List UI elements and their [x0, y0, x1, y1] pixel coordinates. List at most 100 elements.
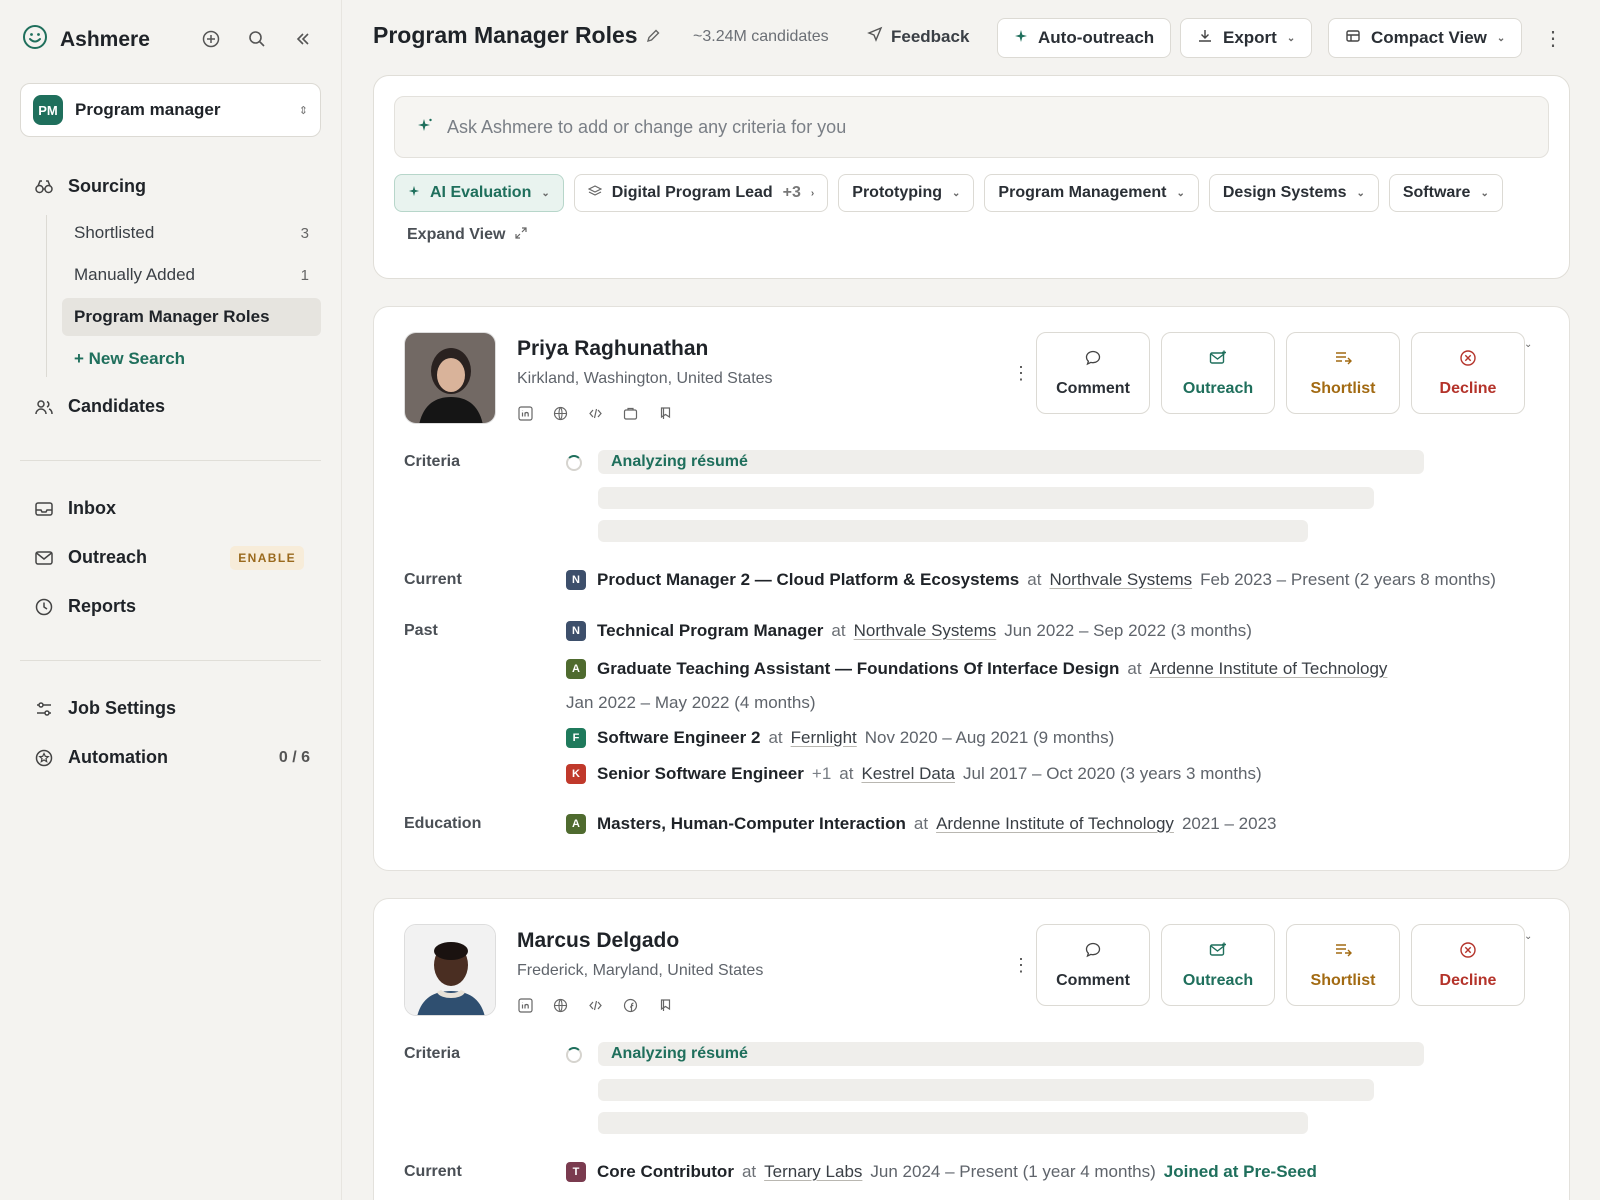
ask-input[interactable]: Ask Ashmere to add or change any criteri…: [394, 96, 1549, 158]
briefcase-icon[interactable]: [622, 405, 639, 422]
school-link[interactable]: Ardenne Institute of Technology: [936, 814, 1174, 834]
sub-item-label: Program Manager Roles: [74, 307, 270, 326]
outreach-label: Outreach: [1182, 379, 1254, 397]
globe-icon[interactable]: [552, 405, 569, 422]
globe-icon[interactable]: [552, 997, 569, 1014]
export-label: Export: [1223, 28, 1277, 47]
auto-outreach-label: Auto-outreach: [1038, 28, 1155, 47]
comment-button[interactable]: Comment: [1036, 924, 1150, 1006]
nav-automation[interactable]: Automation 0 / 6: [34, 747, 324, 768]
new-search-link[interactable]: + New Search: [62, 340, 321, 378]
chip-design-systems[interactable]: Design Systems ⌄: [1208, 174, 1379, 212]
enable-badge[interactable]: ENABLE: [230, 545, 304, 570]
company-link[interactable]: Fernlight: [791, 728, 857, 748]
company-link[interactable]: Northvale Systems: [1049, 570, 1192, 590]
smiley-logo-icon: [22, 24, 48, 55]
auto-outreach-button[interactable]: Auto-outreach: [997, 18, 1172, 58]
nav-outreach[interactable]: Outreach ENABLE: [34, 545, 324, 570]
nav-candidates[interactable]: Candidates: [34, 396, 324, 417]
project-selector[interactable]: PM Program manager ⇕: [20, 83, 321, 137]
sub-item-shortlisted[interactable]: Shortlisted 3: [62, 214, 321, 252]
nav-sourcing[interactable]: Sourcing: [34, 176, 324, 197]
export-button[interactable]: Export ⌄: [1180, 18, 1313, 58]
company-link[interactable]: Kestrel Data: [861, 764, 955, 784]
more-options-icon[interactable]: ⋮: [1012, 955, 1030, 976]
avatar[interactable]: [404, 332, 496, 424]
project-name: Program manager: [75, 100, 221, 119]
code-icon[interactable]: [587, 405, 604, 422]
shortlist-label: Shortlist: [1310, 379, 1376, 397]
outreach-button[interactable]: Outreach: [1161, 332, 1275, 414]
chip-software[interactable]: Software ⌄: [1388, 174, 1503, 212]
expand-view-button[interactable]: Expand View: [407, 226, 528, 244]
company-link[interactable]: Ternary Labs: [764, 1162, 862, 1182]
nav-reports[interactable]: Reports: [34, 596, 324, 617]
facebook-icon[interactable]: [622, 997, 639, 1014]
company-link[interactable]: Ardenne Institute of Technology: [1150, 659, 1388, 679]
layout-icon: [1345, 28, 1361, 49]
nav-job-settings[interactable]: Job Settings: [34, 698, 324, 719]
sub-item-manually-added[interactable]: Manually Added 1: [62, 256, 321, 294]
at-text: at: [741, 1162, 757, 1181]
chevron-down-icon[interactable]: ⌄: [1524, 339, 1532, 350]
role-title: Graduate Teaching Assistant — Foundation…: [597, 659, 1120, 678]
add-icon[interactable]: [200, 28, 222, 50]
chevron-down-icon[interactable]: ⌄: [1524, 931, 1532, 942]
skeleton-line: [598, 520, 1308, 542]
more-options-icon[interactable]: ⋮: [1012, 363, 1030, 384]
chip-prototyping[interactable]: Prototyping ⌄: [838, 174, 975, 212]
project-badge: PM: [33, 95, 63, 125]
company-link[interactable]: Northvale Systems: [854, 621, 997, 641]
chip-label: Software: [1402, 184, 1471, 201]
outreach-button[interactable]: Outreach: [1161, 924, 1275, 1006]
comment-icon: [1084, 349, 1102, 372]
sidebar-divider: [20, 660, 321, 661]
candidate-name[interactable]: Marcus Delgado: [517, 929, 679, 953]
skeleton-line: [598, 487, 1374, 509]
ask-placeholder: Ask Ashmere to add or change any criteri…: [447, 116, 847, 137]
sparkle-icon: [417, 117, 433, 138]
search-icon[interactable]: [246, 28, 268, 50]
extra-roles[interactable]: +1: [812, 764, 831, 784]
collapse-sidebar-icon[interactable]: [292, 28, 314, 50]
chip-extra: +3: [782, 184, 801, 201]
nav-job-settings-label: Job Settings: [68, 698, 177, 718]
brand[interactable]: Ashmere: [22, 24, 150, 55]
more-options-icon[interactable]: ⋮: [1543, 26, 1563, 51]
inbox-icon: [34, 499, 54, 519]
company-logo: A: [566, 659, 586, 679]
chip-program-management[interactable]: Program Management ⌄: [984, 174, 1199, 212]
chip-label: Program Management: [998, 184, 1167, 201]
feedback-label: Feedback: [891, 26, 970, 46]
automation-icon: [34, 748, 54, 768]
bookmark-icon[interactable]: [657, 405, 674, 422]
chevron-down-icon: ⌄: [952, 187, 961, 199]
at-text: at: [768, 728, 783, 747]
criteria-label: Criteria: [404, 1045, 461, 1062]
decline-label: Decline: [1439, 379, 1497, 397]
shortlist-button[interactable]: Shortlist: [1286, 924, 1400, 1006]
decline-button[interactable]: Decline: [1411, 332, 1525, 414]
candidate-location: Frederick, Maryland, United States: [517, 962, 764, 979]
sub-item-program-manager-roles[interactable]: Program Manager Roles: [62, 298, 321, 336]
linkedin-icon[interactable]: [517, 405, 534, 422]
at-text: at: [1027, 570, 1042, 589]
chip-ai-evaluation[interactable]: AI Evaluation ⌄: [394, 174, 564, 212]
comment-button[interactable]: Comment: [1036, 332, 1150, 414]
dates: 2021 – 2023: [1181, 814, 1277, 833]
avatar[interactable]: [404, 924, 496, 1016]
shortlist-button[interactable]: Shortlist: [1286, 332, 1400, 414]
feedback-button[interactable]: Feedback: [867, 26, 969, 47]
nav-inbox[interactable]: Inbox: [34, 498, 324, 519]
bookmark-icon[interactable]: [657, 997, 674, 1014]
dates: Jan 2022 – May 2022 (4 months): [566, 693, 816, 712]
chip-digital-program-lead[interactable]: Digital Program Lead +3 ›: [573, 174, 829, 212]
company-logo: K: [566, 764, 586, 784]
pencil-icon[interactable]: [645, 28, 661, 49]
linkedin-icon[interactable]: [517, 997, 534, 1014]
candidate-name[interactable]: Priya Raghunathan: [517, 337, 708, 361]
dates: Nov 2020 – Aug 2021 (9 months): [864, 728, 1115, 747]
code-icon[interactable]: [587, 997, 604, 1014]
view-toggle-button[interactable]: Compact View ⌄: [1328, 18, 1523, 58]
decline-button[interactable]: Decline: [1411, 924, 1525, 1006]
